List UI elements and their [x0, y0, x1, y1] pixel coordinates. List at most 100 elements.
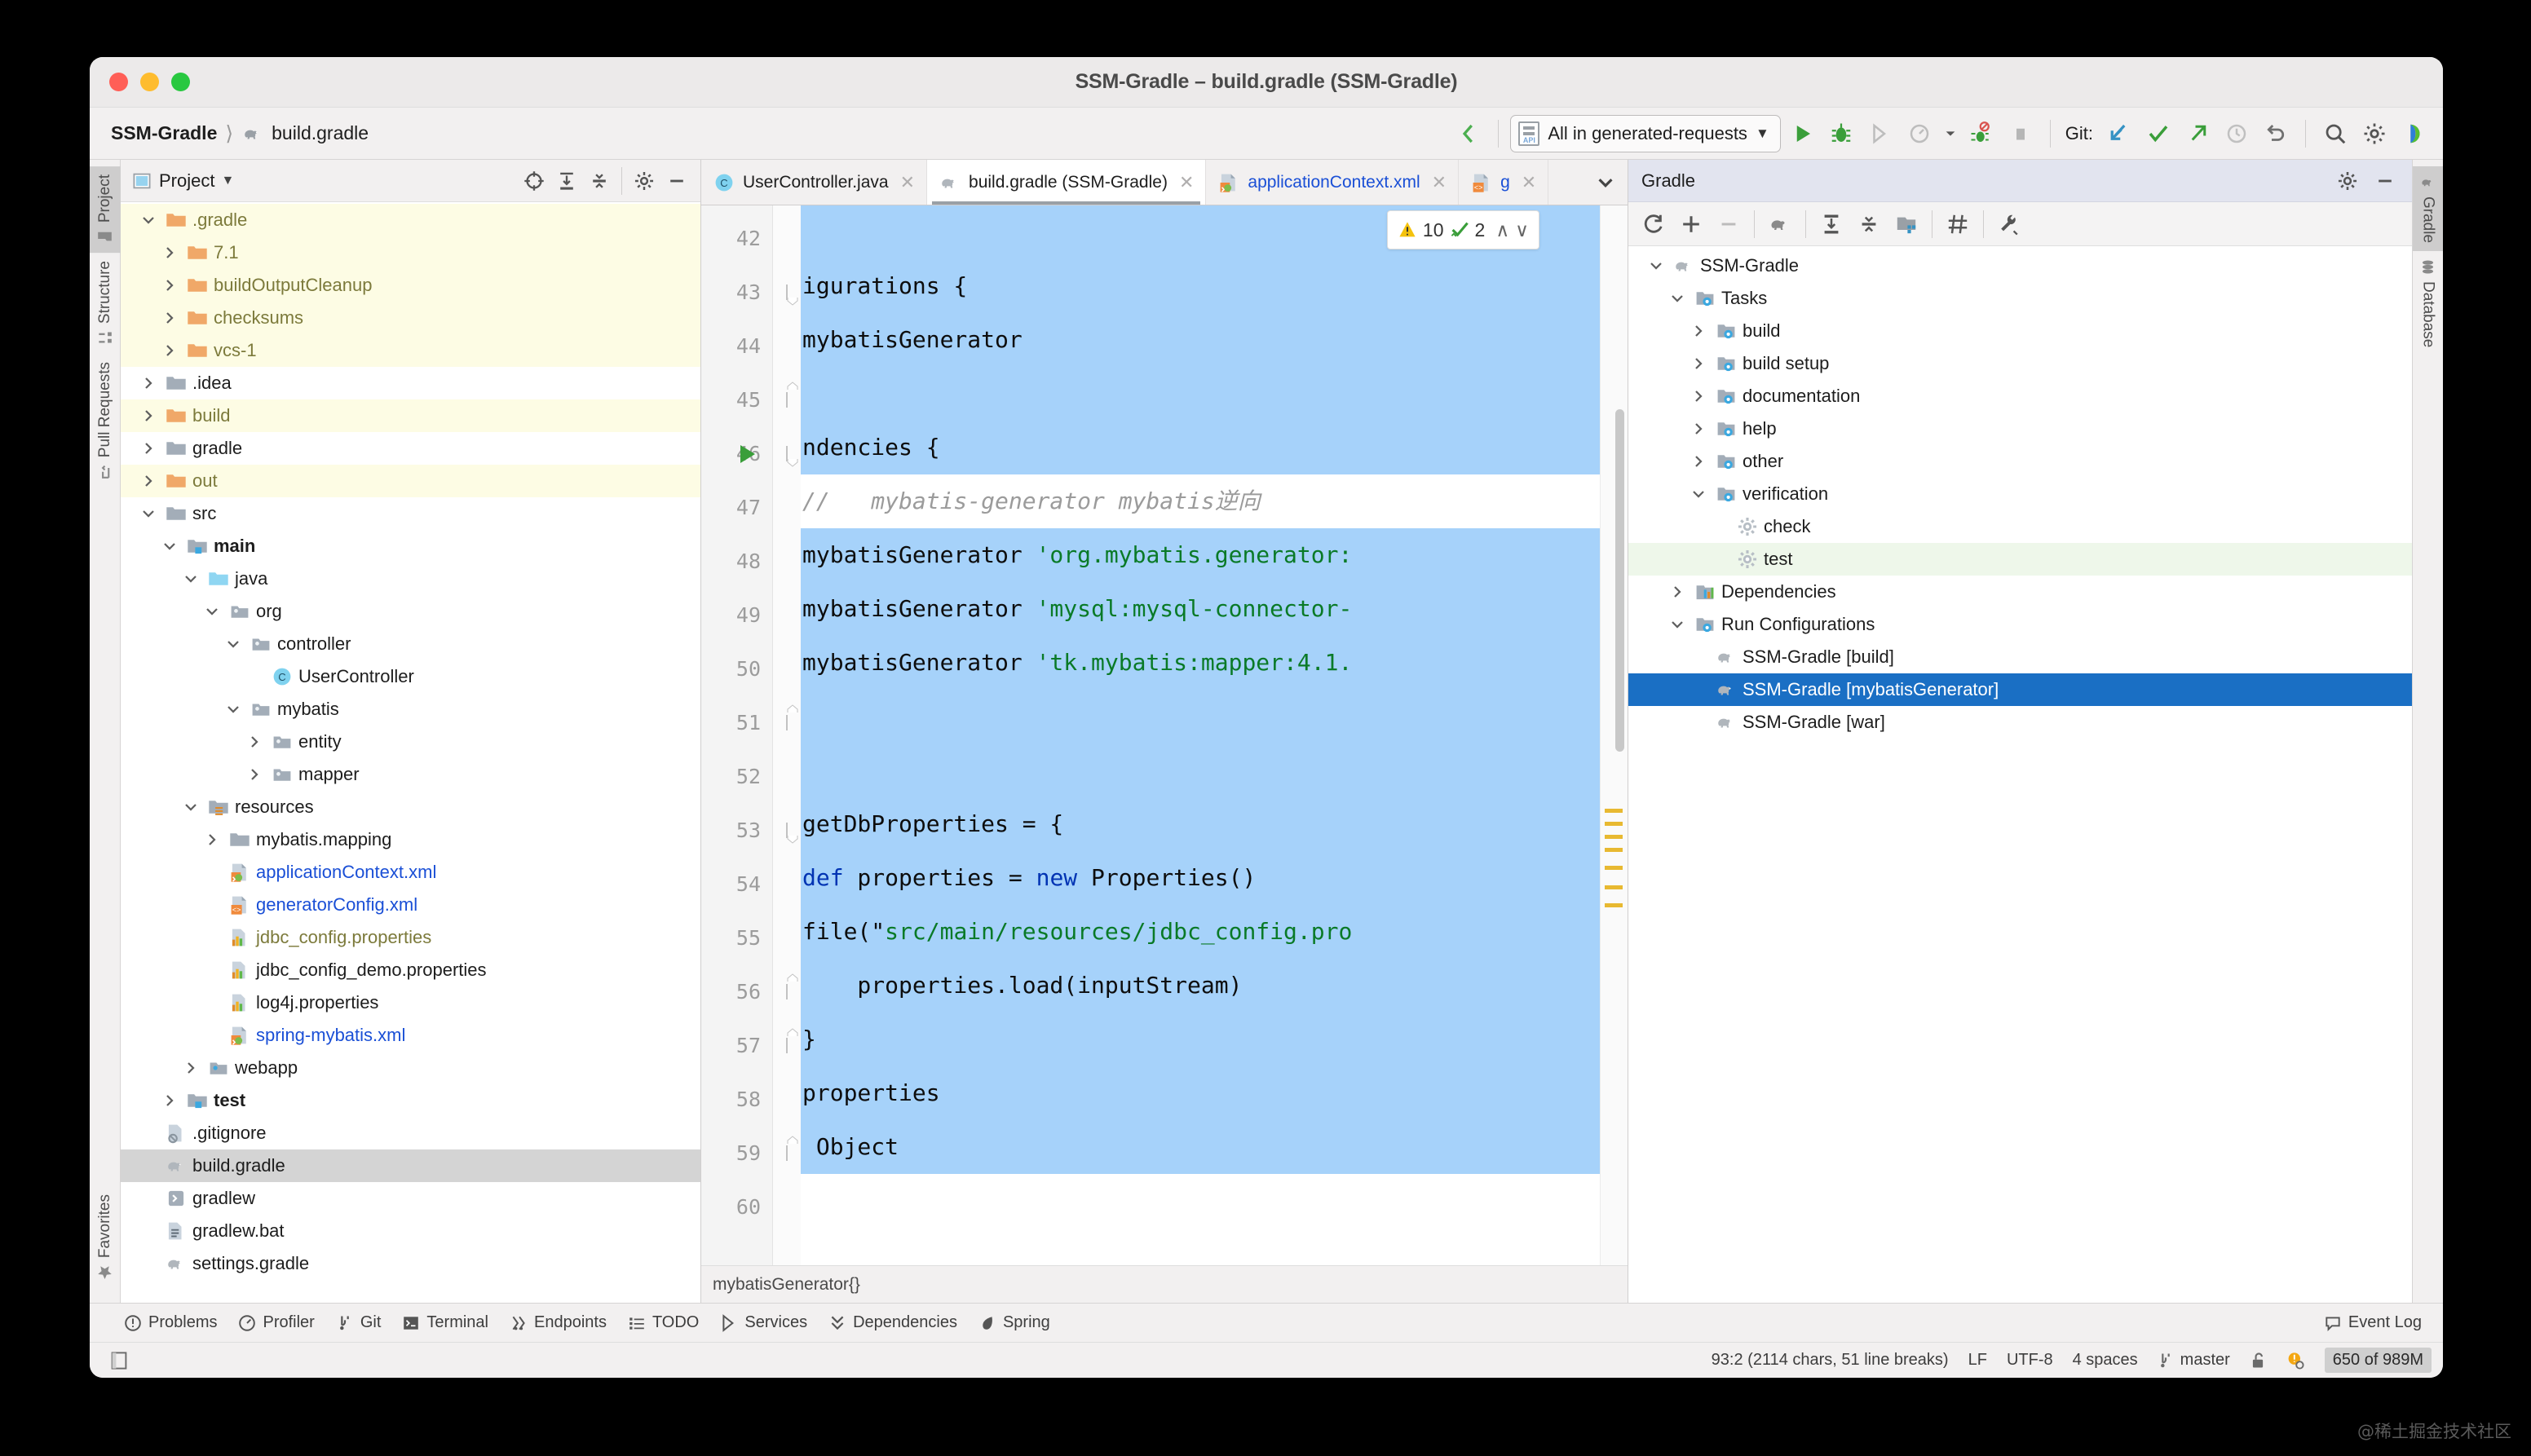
inspection-warning-icon[interactable]	[2286, 1351, 2305, 1370]
gradle-tree-row[interactable]: documentation	[1628, 380, 2412, 413]
project-tree-row[interactable]: build.gradle	[121, 1149, 700, 1182]
gear-icon[interactable]	[2332, 165, 2363, 196]
build-tool-settings-icon[interactable]	[1992, 207, 2026, 241]
fold-marker[interactable]	[773, 1127, 801, 1180]
code-line[interactable]	[801, 743, 1600, 797]
fold-marker[interactable]	[773, 965, 801, 1019]
editor-tabs[interactable]: C UserController.java ✕ build.gradle (SSM-G…	[701, 160, 1628, 205]
close-tab-icon[interactable]: ✕	[1179, 172, 1194, 193]
project-tree-row[interactable]: entity	[121, 726, 700, 758]
code-line[interactable]: }	[801, 1013, 1600, 1066]
project-tree-row[interactable]: C UserController	[121, 660, 700, 693]
indent-setting[interactable]: 4 spaces	[2073, 1351, 2138, 1370]
fold-marker[interactable]	[773, 373, 801, 427]
tool-window-button-profiler[interactable]: Profiler	[238, 1313, 315, 1332]
gradle-tree-row[interactable]: verification	[1628, 478, 2412, 510]
expand-all-icon[interactable]	[1814, 207, 1849, 241]
code-line[interactable]: mybatisGenerator	[801, 313, 1600, 367]
settings-button[interactable]	[2357, 116, 2392, 152]
tree-expand-chevron-icon[interactable]	[159, 1093, 180, 1108]
code-line[interactable]: mybatisGenerator 'tk.mybatis:mapper:4.1.	[801, 636, 1600, 690]
profile-button[interactable]	[1902, 116, 1937, 152]
project-tree-row[interactable]: mybatis.mapping	[121, 823, 700, 856]
project-tree-row[interactable]: main	[121, 530, 700, 563]
fold-marker[interactable]	[773, 750, 801, 804]
chevron-down-icon[interactable]: ▼	[221, 174, 234, 188]
tree-expand-chevron-icon[interactable]	[201, 604, 223, 619]
gradle-tree-row[interactable]: SSM-Gradle [war]	[1628, 706, 2412, 739]
close-tab-icon[interactable]: ✕	[900, 172, 915, 193]
hide-panel-icon[interactable]	[2370, 165, 2401, 196]
gradle-tree-row[interactable]: SSM-Gradle [build]	[1628, 641, 2412, 673]
gradle-tree-row[interactable]: build setup	[1628, 347, 2412, 380]
git-update-button[interactable]	[2101, 116, 2137, 152]
tree-expand-chevron-icon[interactable]	[1688, 487, 1709, 501]
toggle-offline-icon[interactable]	[1941, 207, 1975, 241]
project-tree-row[interactable]: build	[121, 399, 700, 432]
sidebar-item-favorites[interactable]: Favorites	[90, 1186, 121, 1288]
code-line[interactable]: properties.load(inputStream)	[801, 959, 1600, 1013]
fold-marker[interactable]	[773, 481, 801, 535]
project-tree-row[interactable]: gradle	[121, 432, 700, 465]
search-everywhere-button[interactable]	[2317, 116, 2353, 152]
tree-expand-chevron-icon[interactable]	[138, 213, 159, 227]
tree-expand-chevron-icon[interactable]	[1667, 291, 1688, 306]
gradle-tree-row[interactable]: other	[1628, 445, 2412, 478]
stop-button[interactable]	[2003, 116, 2038, 152]
project-tree-row[interactable]: controller	[121, 628, 700, 660]
tool-window-button-todo[interactable]: TODO	[628, 1313, 699, 1332]
tree-expand-chevron-icon[interactable]	[159, 278, 180, 293]
code-folding-column[interactable]	[773, 205, 801, 1265]
tree-expand-chevron-icon[interactable]	[138, 506, 159, 521]
git-push-button[interactable]	[2180, 116, 2215, 152]
expand-all-icon[interactable]	[551, 165, 582, 196]
git-history-button[interactable]	[2219, 116, 2255, 152]
tree-expand-chevron-icon[interactable]	[180, 571, 201, 586]
tree-expand-chevron-icon[interactable]	[1645, 258, 1667, 273]
sidebar-item-pull-requests[interactable]: Pull Requests	[90, 354, 121, 488]
run-gutter-marker[interactable]	[740, 445, 755, 463]
line-separator[interactable]: LF	[1968, 1351, 1987, 1370]
close-tab-icon[interactable]: ✕	[1522, 172, 1536, 193]
tree-expand-chevron-icon[interactable]	[244, 767, 265, 782]
code-line[interactable]: file("src/main/resources/jdbc_config.pro	[801, 905, 1600, 959]
close-tab-icon[interactable]: ✕	[1432, 172, 1447, 193]
project-tree-row[interactable]: webapp	[121, 1052, 700, 1084]
code-line[interactable]: mybatisGenerator 'org.mybatis.generator:	[801, 528, 1600, 582]
code-line[interactable]	[801, 1174, 1600, 1228]
fold-marker[interactable]	[773, 266, 801, 320]
editor-scrollbar-thumb[interactable]	[1615, 409, 1624, 752]
code-line[interactable]: getDbProperties = {	[801, 797, 1600, 851]
fold-marker[interactable]	[773, 1180, 801, 1234]
fold-marker[interactable]	[773, 427, 801, 481]
back-arrow-button[interactable]	[1451, 116, 1486, 152]
fold-marker[interactable]	[773, 212, 801, 266]
tree-expand-chevron-icon[interactable]	[159, 311, 180, 325]
tool-window-button-dependencies[interactable]: Dependencies	[828, 1313, 957, 1332]
fold-marker[interactable]	[773, 1073, 801, 1127]
add-icon[interactable]	[1674, 207, 1708, 241]
tree-expand-chevron-icon[interactable]	[138, 474, 159, 488]
fold-marker[interactable]	[773, 804, 801, 858]
project-tree-row[interactable]: applicationContext.xml	[121, 856, 700, 889]
editor-tab[interactable]: C UserController.java ✕	[701, 160, 928, 205]
project-tree-row[interactable]: gradlew.bat	[121, 1215, 700, 1247]
project-tree-row[interactable]: gradlew	[121, 1182, 700, 1215]
code-line[interactable]	[801, 690, 1600, 743]
tree-expand-chevron-icon[interactable]	[1667, 585, 1688, 599]
run-configuration-selector[interactable]: API All in generated-requests ▼	[1510, 114, 1781, 152]
collapse-all-icon[interactable]	[1852, 207, 1886, 241]
tree-expand-chevron-icon[interactable]	[159, 539, 180, 554]
debug-button[interactable]	[1823, 116, 1859, 152]
project-tree-row[interactable]: java	[121, 563, 700, 595]
memory-indicator[interactable]: 650 of 989M	[2324, 1348, 2432, 1373]
fold-marker[interactable]	[773, 642, 801, 696]
gradle-tree-row[interactable]: test	[1628, 543, 2412, 576]
tree-expand-chevron-icon[interactable]	[1688, 421, 1709, 436]
code-editor[interactable]: 42 43 44 45 46 47 48 49 50 51 52 53 54 55 56 57 58 59 60 i…	[701, 205, 1628, 1265]
tree-expand-chevron-icon[interactable]	[1688, 356, 1709, 371]
collapse-all-icon[interactable]	[584, 165, 615, 196]
code-line[interactable]: igurations {	[801, 259, 1600, 313]
gradle-tree-row[interactable]: SSM-Gradle [mybatisGenerator]	[1628, 673, 2412, 706]
fold-marker[interactable]	[773, 589, 801, 642]
